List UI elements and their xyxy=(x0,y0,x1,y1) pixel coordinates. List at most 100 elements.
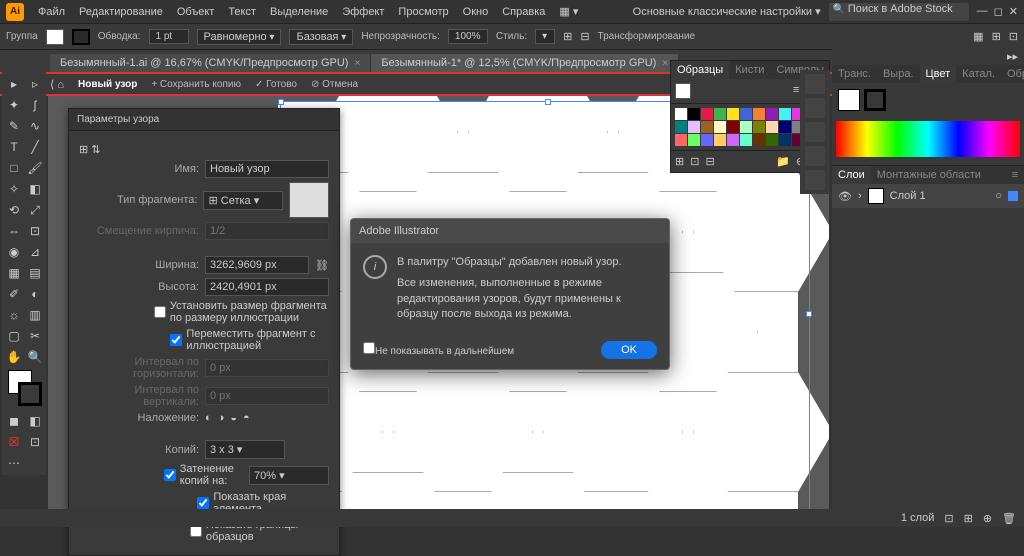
process-tab[interactable]: Обраб. xyxy=(1001,65,1024,83)
opacity-input[interactable]: 100% xyxy=(448,29,488,44)
mesh-tool[interactable]: ▦ xyxy=(4,263,24,283)
swatches-tab[interactable]: Образцы xyxy=(671,61,729,79)
layer-row[interactable]: 👁 › Слой 1 ○ xyxy=(832,184,1024,208)
ok-button[interactable]: OK xyxy=(601,341,657,359)
eraser-tool[interactable]: ◧ xyxy=(25,179,45,199)
dim-value[interactable]: 70% ▾ xyxy=(249,466,329,485)
swatch-cell[interactable] xyxy=(701,108,713,120)
tile-edit-icon[interactable]: ⊞ ⇅ xyxy=(79,143,101,156)
fill-stroke-control[interactable] xyxy=(4,368,45,410)
swatch-cell[interactable] xyxy=(753,108,765,120)
swatch-cell[interactable] xyxy=(753,121,765,133)
scale-tool[interactable]: ⤢ xyxy=(25,200,45,220)
layer-name[interactable]: Слой 1 xyxy=(890,190,926,202)
wand-tool[interactable]: ✦ xyxy=(4,95,24,115)
swatch-cell[interactable] xyxy=(675,134,687,146)
swatch-cell[interactable] xyxy=(675,121,687,133)
status-icon[interactable]: ⊞ xyxy=(964,512,973,525)
brush-tool[interactable]: 🖌 xyxy=(25,158,45,178)
stroke-profile[interactable]: Равномерно ▾ xyxy=(197,29,282,45)
swatch-lib-icon[interactable]: ⊞ xyxy=(675,155,684,168)
overlap-icon-1[interactable]: ◐ xyxy=(205,412,212,424)
workspace-switcher[interactable]: Основные классические настройки ▾ xyxy=(633,5,821,18)
overlap-icon-3[interactable]: ◒ xyxy=(230,412,237,424)
maximize-icon[interactable]: ◻ xyxy=(994,5,1003,18)
swatch-cell[interactable] xyxy=(714,121,726,133)
swatch-cell[interactable] xyxy=(727,121,739,133)
swatch-cell[interactable] xyxy=(779,121,791,133)
swatch-cell[interactable] xyxy=(766,108,778,120)
swatch-cell[interactable] xyxy=(714,134,726,146)
none-mode-icon[interactable]: ☒ xyxy=(4,432,24,452)
size-to-art-checkbox[interactable]: Установить размер фрагмента по размеру и… xyxy=(154,300,329,324)
color-mode-icon[interactable]: ◼ xyxy=(4,411,24,431)
rotate-tool[interactable]: ⟲ xyxy=(4,200,24,220)
free-transform-tool[interactable]: ⊡ xyxy=(25,221,45,241)
width-input[interactable]: 3262,9609 px xyxy=(205,256,309,274)
current-fill-swatch[interactable] xyxy=(675,83,691,99)
stroke-swatch[interactable] xyxy=(72,29,90,45)
align-tab[interactable]: Выра. xyxy=(877,65,920,83)
menu-text[interactable]: Текст xyxy=(228,6,256,18)
guide-tab[interactable]: Катал. xyxy=(956,65,1001,83)
line-tool[interactable]: ╱ xyxy=(25,137,45,157)
cancel-button[interactable]: ⊘ Отмена xyxy=(311,79,358,90)
brush-def[interactable]: Базовая ▾ xyxy=(289,29,353,45)
curvature-tool[interactable]: ∿ xyxy=(25,116,45,136)
new-layer-icon[interactable]: ⊕ xyxy=(983,512,992,525)
brushes-tab[interactable]: Кисти xyxy=(729,61,770,79)
swatch-kind-icon[interactable]: ⊡ xyxy=(690,155,699,168)
panel-menu-icon[interactable]: ≡ xyxy=(1006,166,1024,184)
move-with-art-checkbox[interactable]: Переместить фрагмент с иллюстрацией xyxy=(170,328,329,352)
expand-icon[interactable]: › xyxy=(858,190,862,202)
eyedropper-tool[interactable]: ✐ xyxy=(4,284,24,304)
done-button[interactable]: ✓ Готово xyxy=(255,79,297,90)
pen-tool[interactable]: ✎ xyxy=(4,116,24,136)
new-group-icon[interactable]: 📁 xyxy=(776,155,790,168)
layers-tab[interactable]: Слои xyxy=(832,166,871,184)
screen-mode-icon[interactable]: ⊡ xyxy=(25,432,45,452)
swatch-cell[interactable] xyxy=(727,108,739,120)
menu-window[interactable]: Окно xyxy=(463,6,489,18)
menu-help[interactable]: Справка xyxy=(502,6,545,18)
type-select[interactable]: ⊞ Сетка ▾ xyxy=(203,191,283,210)
swatch-cell[interactable] xyxy=(740,121,752,133)
selection-tool[interactable]: ▸ xyxy=(4,74,24,94)
color-tab[interactable]: Цвет xyxy=(920,65,957,83)
dock-icon[interactable] xyxy=(805,146,825,166)
swatch-cell[interactable] xyxy=(688,121,700,133)
color-spectrum[interactable] xyxy=(836,121,1020,157)
artboard-tool[interactable]: ▢ xyxy=(4,326,24,346)
swatch-cell[interactable] xyxy=(779,108,791,120)
arrange-docs-icon[interactable]: ▦ ▾ xyxy=(559,5,578,18)
direct-select-tool[interactable]: ▹ xyxy=(25,74,45,94)
lasso-tool[interactable]: ʃ xyxy=(25,95,45,115)
close-icon[interactable]: ✕ xyxy=(1009,5,1018,18)
snap-icon[interactable]: ⊞ xyxy=(992,30,1001,43)
collapse-icon[interactable]: ▸▸ xyxy=(1007,51,1018,63)
pattern-nav-icon[interactable]: ⟨ ⌂ xyxy=(50,78,64,91)
style-sel[interactable]: ▾ xyxy=(535,29,555,44)
fill-preview[interactable] xyxy=(838,89,860,111)
height-input[interactable]: 2420,4901 px xyxy=(205,278,329,296)
blend-tool[interactable]: ◐ xyxy=(25,284,45,304)
menu-effect[interactable]: Эффект xyxy=(342,6,384,18)
symbol-tool[interactable]: ☼ xyxy=(4,305,24,325)
save-copy-button[interactable]: + Сохранить копию xyxy=(151,79,241,90)
status-icon[interactable]: ⊡ xyxy=(944,512,953,525)
swatch-cell[interactable] xyxy=(714,108,726,120)
menu-file[interactable]: Файл xyxy=(38,6,65,18)
swatch-cell[interactable] xyxy=(740,134,752,146)
width-tool[interactable]: ⇔ xyxy=(4,221,24,241)
perspective-tool[interactable]: ⊿ xyxy=(25,242,45,262)
align-icon[interactable]: ⊞ xyxy=(563,30,572,43)
close-tab-icon[interactable]: × xyxy=(354,58,360,69)
grid-icon[interactable]: ▦ xyxy=(973,30,983,43)
stroke-preview[interactable] xyxy=(864,89,886,111)
swatch-cell[interactable] xyxy=(766,121,778,133)
pref-icon[interactable]: ⊡ xyxy=(1009,30,1018,43)
swatch-cell[interactable] xyxy=(740,108,752,120)
dock-icon[interactable] xyxy=(805,98,825,118)
type-tool[interactable]: T xyxy=(4,137,24,157)
dock-icon[interactable] xyxy=(805,170,825,190)
